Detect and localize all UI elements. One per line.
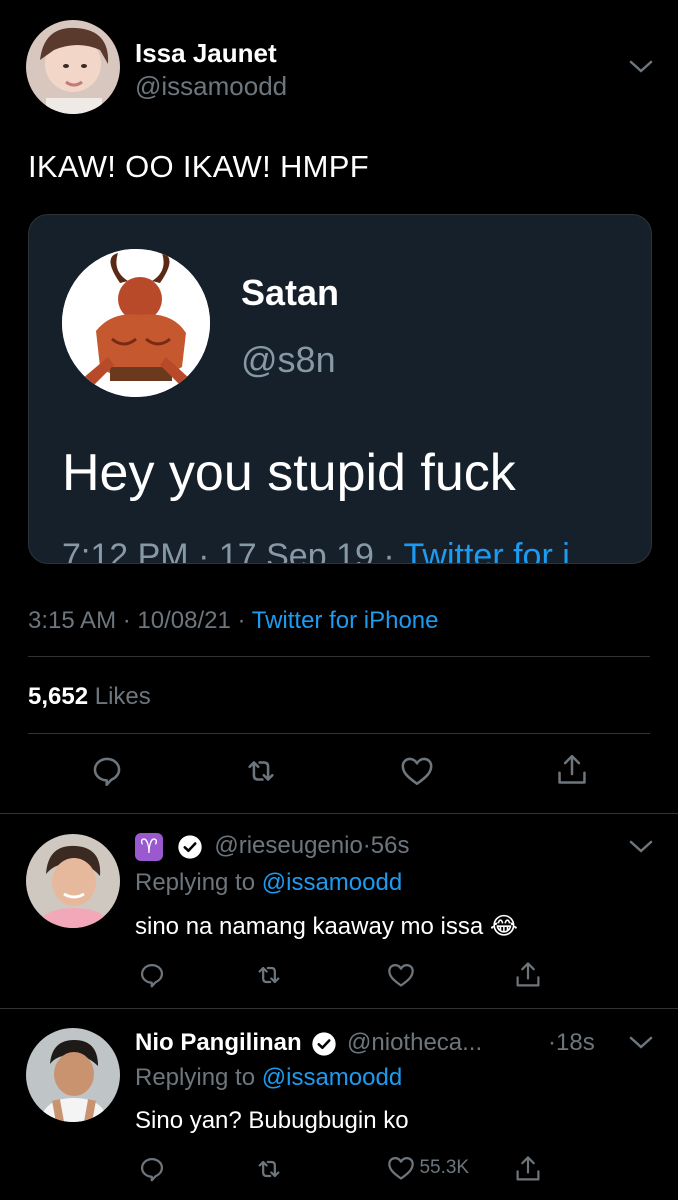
- replying-to-line: Replying to @issamoodd: [135, 869, 402, 897]
- reply-avatar[interactable]: [26, 834, 120, 928]
- separator: ·: [383, 537, 395, 564]
- author-avatar[interactable]: [26, 20, 120, 114]
- reply-icon[interactable]: [138, 1155, 166, 1183]
- reply-handle[interactable]: @rieseugenio: [214, 832, 362, 859]
- replying-label: Replying to: [135, 1064, 256, 1091]
- chevron-down-icon[interactable]: [628, 1034, 654, 1052]
- tweet-time: 3:15 AM: [28, 607, 117, 634]
- quoted-date: 17 Sep 19: [218, 537, 374, 564]
- tweet-text: IKAW! OO IKAW! HMPF: [28, 149, 369, 184]
- separator: ·: [362, 832, 371, 859]
- like-icon[interactable]: [387, 962, 415, 988]
- likes-stat[interactable]: 5,652 Likes: [28, 683, 151, 711]
- reply-handle[interactable]: @niotheca...: [347, 1029, 482, 1056]
- reply-text: Sino yan? Bubugbugin ko: [135, 1107, 409, 1134]
- tweet-meta: 3:15 AM · 10/08/21 · Twitter for iPhone: [28, 607, 438, 635]
- quoted-author-avatar: [62, 249, 210, 397]
- quoted-handle: @s8n: [241, 339, 336, 380]
- replying-to-handle[interactable]: @issamoodd: [262, 869, 402, 896]
- reply-age-group: ·18s: [548, 1029, 595, 1057]
- verified-badge-icon: [176, 833, 204, 861]
- quoted-time: 7:12 PM: [62, 537, 189, 564]
- tweet-source-link[interactable]: Twitter for iPhone: [252, 607, 439, 634]
- like-button[interactable]: 55.3K: [387, 1155, 469, 1181]
- chevron-down-icon[interactable]: [628, 838, 654, 856]
- like-count: 55.3K: [419, 1157, 470, 1178]
- divider: [0, 1008, 678, 1009]
- retweet-icon[interactable]: [244, 754, 278, 788]
- likes-count: 5,652: [28, 683, 89, 710]
- replying-to-line: Replying to @issamoodd: [135, 1064, 402, 1092]
- divider: [28, 656, 650, 657]
- chevron-down-icon[interactable]: [628, 58, 654, 76]
- reply-header: ♈ @rieseugenio·56s: [135, 832, 410, 861]
- like-icon: [387, 1155, 415, 1181]
- reply-header: Nio Pangilinan @niotheca...: [135, 1029, 482, 1058]
- share-icon[interactable]: [514, 1154, 542, 1184]
- retweet-icon[interactable]: [255, 1155, 283, 1183]
- quoted-display-name: Satan: [241, 272, 340, 313]
- quoted-source: Twitter for i: [403, 537, 570, 564]
- reply-text-body: sino na namang kaaway mo issa: [135, 913, 484, 940]
- reply-display-name[interactable]: Nio Pangilinan: [135, 1029, 302, 1056]
- reply-age: 56s: [370, 832, 410, 859]
- share-icon[interactable]: [514, 960, 542, 990]
- author-display-name[interactable]: Issa Jaunet: [135, 38, 277, 69]
- quoted-meta: 7:12 PM · 17 Sep 19 · Twitter for i: [62, 537, 570, 564]
- likes-label: Likes: [94, 683, 151, 710]
- share-icon[interactable]: [555, 752, 589, 788]
- author-handle[interactable]: @issamoodd: [135, 71, 287, 102]
- reply-avatar[interactable]: [26, 1028, 120, 1122]
- reply-icon[interactable]: [90, 754, 124, 788]
- divider: [0, 813, 678, 814]
- reply-text: sino na namang kaaway mo issa 😂: [135, 912, 518, 941]
- quoted-tweet-card[interactable]: Satan @s8n Hey you stupid fuck 7:12 PM ·…: [28, 214, 652, 564]
- reply-age: 18s: [556, 1029, 595, 1056]
- quoted-tweet-text: Hey you stupid fuck: [62, 444, 516, 502]
- like-icon[interactable]: [400, 755, 434, 787]
- divider: [28, 733, 650, 734]
- separator: ·: [548, 1029, 556, 1056]
- zodiac-badge-icon: ♈: [135, 832, 163, 861]
- separator: ·: [237, 607, 246, 634]
- separator: ·: [122, 607, 131, 634]
- tweet-date: 10/08/21: [137, 607, 231, 634]
- laughing-emoji-icon: 😂: [489, 913, 518, 940]
- verified-badge-icon: [310, 1030, 338, 1058]
- reply-icon[interactable]: [138, 961, 166, 989]
- separator: ·: [198, 537, 210, 564]
- replying-to-handle[interactable]: @issamoodd: [262, 1064, 402, 1091]
- replying-label: Replying to: [135, 869, 256, 896]
- retweet-icon[interactable]: [255, 961, 283, 989]
